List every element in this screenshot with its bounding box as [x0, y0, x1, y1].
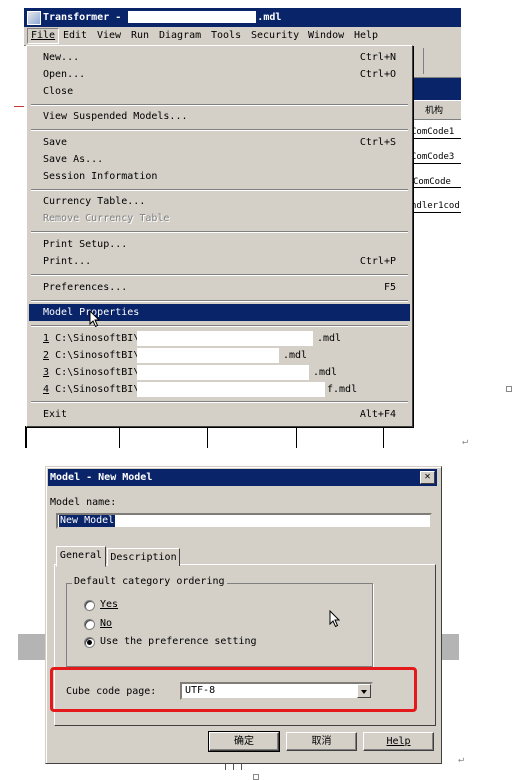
radio-use-preference[interactable]: [84, 637, 95, 648]
model-properties-dialog: Model - New Model ✕ Model name: New Mode…: [45, 466, 442, 764]
mouse-cursor-icon: [89, 310, 101, 328]
menu-item-view-suspended[interactable]: View Suspended Models...: [29, 108, 410, 125]
grid-line: [383, 426, 384, 448]
tab-description[interactable]: Description: [107, 548, 180, 566]
transformer-screenshot: Transformer - .mdl File Edit View Run Di…: [24, 8, 461, 448]
resize-handle[interactable]: [253, 774, 259, 780]
transformer-app-icon: [27, 11, 41, 25]
menu-separator: [31, 129, 408, 131]
menu-item-save-as[interactable]: Save As...: [29, 151, 410, 168]
grid-line: [207, 426, 208, 448]
grid-line: [410, 138, 461, 139]
menu-separator: [31, 231, 408, 233]
document-margin: [0, 20, 24, 450]
menu-separator: [31, 189, 408, 191]
table-cell: ComCode3: [411, 152, 455, 162]
menu-separator: [31, 274, 408, 276]
menu-item-session-info[interactable]: Session Information: [29, 168, 410, 185]
menu-file[interactable]: File: [27, 28, 60, 44]
paragraph-mark-icon: ↵: [462, 436, 469, 447]
table-cell: ComCode: [413, 177, 451, 187]
menu-separator: [31, 300, 408, 302]
menu-item-exit[interactable]: Exit Alt+F4: [29, 406, 410, 423]
menu-separator: [31, 104, 408, 106]
paragraph-mark-icon: ↵: [458, 754, 465, 765]
menu-help[interactable]: Help: [351, 29, 381, 43]
redacted-path: [137, 331, 313, 346]
dialog-titlebar: Model - New Model ✕: [48, 469, 437, 486]
menu-run[interactable]: Run: [128, 29, 152, 43]
file-menu-dropdown: New... Ctrl+N Open... Ctrl+O Close View Su…: [26, 45, 413, 427]
grid-line: [410, 163, 461, 164]
menu-edit[interactable]: Edit: [60, 29, 90, 43]
menu-item-close[interactable]: Close: [29, 83, 410, 100]
menu-separator: [31, 401, 408, 403]
menu-item-open[interactable]: Open... Ctrl+O: [29, 66, 410, 83]
tab-general[interactable]: General: [56, 546, 106, 567]
radio-no[interactable]: [84, 619, 95, 630]
model-name-value: New Model: [59, 515, 116, 527]
menu-item-recent-3[interactable]: 3 C:\SinosoftBI\ .mdl: [29, 364, 410, 381]
model-name-input[interactable]: New Model: [56, 513, 432, 529]
menu-diagram[interactable]: Diagram: [156, 29, 204, 43]
app-titlebar: Transformer - .mdl: [24, 8, 461, 27]
grid-line: [25, 426, 27, 448]
table-header: 机构: [411, 101, 461, 120]
menu-item-currency-table[interactable]: Currency Table...: [29, 193, 410, 210]
table-bottom: [24, 426, 461, 448]
radio-yes-label: Yes: [100, 599, 119, 610]
mouse-cursor-icon: [329, 610, 341, 628]
menu-item-recent-2[interactable]: 2 C:\SinosoftBI\ .mdl: [29, 347, 410, 364]
resize-handle[interactable]: [506, 386, 512, 392]
redacted-path: [137, 365, 309, 380]
menu-item-recent-1[interactable]: 1 C:\SinosoftBI\ .mdl: [29, 330, 410, 347]
menubar: File Edit View Run Diagram Tools Securit…: [24, 27, 461, 46]
menu-security[interactable]: Security: [248, 29, 302, 43]
menu-item-model-properties[interactable]: Model Properties: [29, 304, 410, 321]
grid-line: [119, 426, 120, 448]
menu-tools[interactable]: Tools: [208, 29, 244, 43]
table-header-label: 机构: [425, 106, 444, 116]
menu-item-new[interactable]: New... Ctrl+N: [29, 49, 410, 66]
grid-line: [410, 187, 461, 188]
cancel-button[interactable]: 取消: [286, 732, 357, 751]
app-title: Transformer - .mdl: [43, 11, 282, 23]
radio-no-label: No: [100, 618, 113, 629]
close-icon: ✕: [424, 471, 431, 482]
menu-item-print[interactable]: Print... Ctrl+P: [29, 253, 410, 270]
close-button[interactable]: ✕: [420, 471, 435, 484]
menu-item-recent-4[interactable]: 4 C:\SinosoftBI\ f.mdl: [29, 381, 410, 398]
menu-item-save[interactable]: Save Ctrl+S: [29, 134, 410, 151]
table-cell: ComCode1: [411, 127, 455, 137]
menu-view[interactable]: View: [94, 29, 124, 43]
menu-item-remove-currency-table: Remove Currency Table: [43, 213, 170, 224]
help-button[interactable]: Help: [363, 732, 434, 751]
redacted-filename: [128, 11, 257, 23]
toolbar-divider: [423, 48, 424, 74]
category-ordering-group: [66, 583, 373, 667]
annotation-highlight-box: [50, 667, 417, 712]
menu-window[interactable]: Window: [305, 29, 347, 43]
dialog-title: Model - New Model: [50, 472, 153, 483]
menu-separator: [31, 325, 408, 327]
radio-yes[interactable]: [84, 600, 95, 611]
ok-button[interactable]: 确定: [208, 731, 280, 752]
menu-item-preferences[interactable]: Preferences... F5: [29, 279, 410, 296]
grid-line: [296, 426, 297, 448]
menu-item-print-setup[interactable]: Print Setup...: [29, 236, 410, 253]
grid-line: [410, 212, 461, 213]
redacted-path: [137, 382, 325, 397]
redacted-path: [137, 348, 279, 363]
category-ordering-label: Default category ordering: [72, 576, 227, 587]
margin-mark: [14, 106, 24, 107]
panel-titlebar: [411, 78, 461, 100]
radio-use-preference-label: Use the preference setting: [100, 636, 257, 647]
toolbar-area: [411, 45, 461, 78]
table-cell: ndler1cod: [411, 201, 460, 211]
model-name-label: Model name:: [50, 497, 117, 508]
